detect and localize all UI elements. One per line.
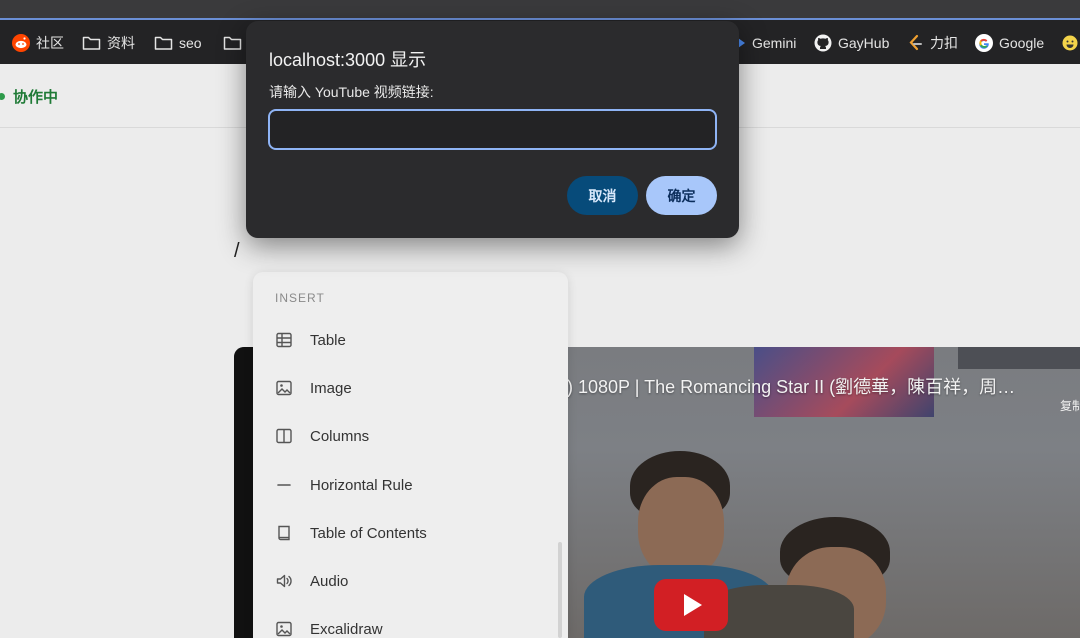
reddit-icon [12, 34, 30, 52]
folder-icon [82, 36, 101, 50]
insert-menu-heading: INSERT [275, 291, 325, 305]
folder-icon [154, 36, 173, 50]
menu-item-columns[interactable]: Columns [253, 416, 553, 456]
columns-icon [275, 427, 293, 445]
collab-status-label: 协作中 [13, 89, 59, 106]
prompt-dialog: localhost:3000 显示 请输入 YouTube 视频链接: 取消 确… [246, 21, 739, 238]
bookmark-label: Gemini [752, 35, 797, 51]
dialog-title: localhost:3000 显示 [269, 50, 427, 70]
gemini-icon [738, 38, 745, 48]
menu-item-excalidraw[interactable]: Excalidraw [253, 609, 553, 638]
menu-item-horizontal-rule[interactable]: Horizontal Rule [253, 465, 553, 505]
bookmark-google[interactable]: Google [975, 32, 1044, 54]
folder-icon [223, 36, 242, 50]
table-icon [275, 331, 293, 349]
collab-status: 协作中 [0, 86, 58, 107]
cancel-button[interactable]: 取消 [567, 176, 638, 215]
bookmark-label: Google [999, 35, 1045, 51]
bookmark-folder[interactable] [223, 32, 248, 54]
book-icon [275, 524, 293, 542]
menu-item-image[interactable]: Image [253, 368, 553, 408]
menu-item-table[interactable]: Table [253, 320, 553, 360]
play-icon [684, 594, 702, 616]
video-title[interactable]: ) 1080P | The Romancing Star II (劉德華，陳百祥… [567, 373, 1015, 399]
github-icon [814, 34, 832, 52]
menu-item-label: Columns [310, 427, 370, 445]
menu-item-audio[interactable]: Audio [253, 561, 553, 601]
video-letterbox [234, 347, 254, 638]
bookmark-label: GayHub [838, 35, 890, 51]
menu-item-label: Table [310, 331, 346, 349]
bookmark-label: 资料 [107, 35, 135, 51]
dialog-message: 请输入 YouTube 视频链接: [269, 84, 434, 100]
bookmark-label: 社区 [36, 35, 64, 51]
menu-item-label: Image [310, 379, 352, 397]
browser-tab-strip [0, 0, 1080, 20]
bookmark-gayhub[interactable]: GayHub [814, 32, 889, 54]
bookmark-label: seo [179, 35, 202, 51]
menu-scrollbar[interactable] [558, 542, 562, 638]
ok-button[interactable]: 确定 [646, 176, 717, 215]
copy-link-label[interactable]: 复制 [1060, 397, 1080, 414]
emoji-icon [1062, 35, 1078, 51]
bookmark-gemini[interactable]: Gemini [738, 32, 796, 54]
google-icon [975, 34, 993, 52]
bookmark-emoji[interactable] [1062, 32, 1078, 54]
status-dot-icon [0, 93, 5, 100]
speaker-icon [275, 572, 293, 590]
leetcode-icon [909, 34, 922, 51]
horizontal-rule-icon [275, 476, 293, 494]
wall-frame [958, 347, 1080, 369]
play-button[interactable] [654, 579, 728, 631]
bookmark-ziliao[interactable]: 资料 [82, 32, 135, 54]
bookmark-seo[interactable]: seo [154, 32, 202, 54]
image-icon [275, 379, 293, 397]
insert-menu: INSERT Table Image Columns Horizontal Ru… [253, 272, 568, 638]
bookmark-shequ[interactable]: 社区 [12, 32, 64, 54]
menu-item-label: Horizontal Rule [310, 476, 413, 494]
youtube-url-input[interactable] [268, 109, 717, 150]
person-face [638, 477, 724, 577]
menu-item-label: Excalidraw [310, 620, 383, 638]
bookmark-likou[interactable]: 力扣 [906, 32, 958, 54]
image-icon [275, 620, 293, 638]
menu-item-table-of-contents[interactable]: Table of Contents [253, 513, 553, 553]
slash-command-text[interactable]: / [234, 240, 240, 263]
bookmark-label: 力扣 [930, 35, 958, 51]
menu-item-label: Audio [310, 572, 349, 590]
menu-item-label: Table of Contents [310, 524, 427, 542]
